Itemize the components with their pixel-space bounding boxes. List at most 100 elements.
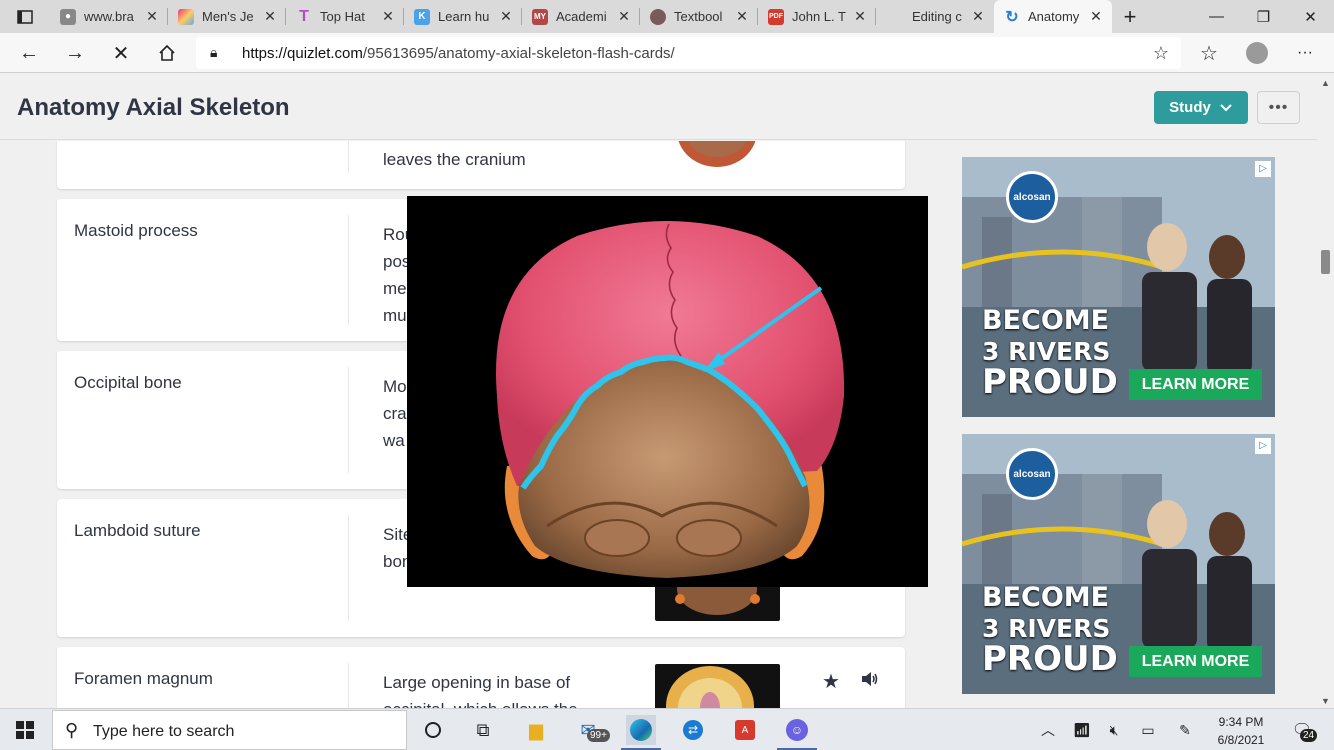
- term-image[interactable]: [655, 585, 780, 621]
- stop-loading-icon[interactable]: ✕: [106, 38, 136, 68]
- learn-more-button[interactable]: LEARN MORE: [1129, 646, 1262, 677]
- close-icon[interactable]: ✕: [380, 8, 396, 24]
- tab-anatomy[interactable]: ↻ Anatomy ✕: [994, 0, 1112, 33]
- close-icon[interactable]: ✕: [970, 8, 986, 24]
- ad-brand: alcosan: [1013, 191, 1051, 203]
- row-divider: [348, 215, 349, 325]
- alcosan-logo: alcosan: [1006, 171, 1058, 223]
- scrollbar-thumb[interactable]: [1321, 250, 1330, 274]
- file-explorer-icon[interactable]: ▆: [521, 715, 551, 745]
- mail-icon[interactable]: ✉ 99+: [573, 715, 610, 745]
- learn-more-button[interactable]: LEARN MORE: [1129, 369, 1262, 400]
- home-icon[interactable]: [152, 38, 182, 68]
- address-bar[interactable]: 🔒︎ https://quizlet.com/95613695/anatomy-…: [196, 37, 1181, 69]
- study-button[interactable]: Study: [1154, 91, 1248, 124]
- volume-muted-icon[interactable]: 🔇︎: [1099, 715, 1129, 745]
- term-definition: Large opening in base of occipital, whic…: [383, 673, 578, 708]
- url-path: /95613695/anatomy-axial-skeleton-flash-c…: [362, 45, 675, 62]
- favorites-icon[interactable]: ☆: [1194, 38, 1224, 68]
- row-divider: [348, 141, 349, 173]
- taskbar-search-input[interactable]: ⚲ Type here to search: [52, 710, 407, 750]
- term-text: Foramen magnum: [74, 669, 213, 688]
- restore-icon[interactable]: ❐: [1240, 0, 1287, 33]
- tab-mens-jeans[interactable]: Men's Je ✕: [168, 0, 286, 33]
- k-icon: K: [414, 8, 430, 25]
- more-options-button[interactable]: •••: [1257, 91, 1300, 124]
- system-clock[interactable]: 9:34 PM 6/8/2021: [1210, 713, 1272, 749]
- star-icon[interactable]: ★: [822, 669, 840, 694]
- pen-icon[interactable]: ✎: [1170, 715, 1200, 745]
- windows-start-icon[interactable]: [10, 715, 40, 745]
- window-controls: — ❐ ✕: [1193, 0, 1334, 33]
- page-scrollbar[interactable]: ▲ ▼: [1317, 74, 1334, 708]
- alcosan-logo: alcosan: [1006, 448, 1058, 500]
- tab-academic[interactable]: MY Academi ✕: [522, 0, 640, 33]
- acrobat-icon[interactable]: A: [730, 715, 760, 745]
- battery-icon[interactable]: ▭: [1133, 715, 1163, 745]
- tophat-icon: T: [299, 7, 309, 25]
- page-title: Anatomy Axial Skeleton: [17, 94, 290, 121]
- wifi-icon[interactable]: 📶︎: [1067, 715, 1097, 745]
- study-label: Study: [1169, 99, 1211, 116]
- clock-date: 6/8/2021: [1217, 733, 1265, 747]
- chevron-down-icon: [1220, 103, 1232, 111]
- term-row: Foramen magnum Large opening in base of …: [57, 647, 905, 708]
- scroll-up-icon[interactable]: ▲: [1321, 78, 1330, 88]
- close-icon[interactable]: ✕: [144, 8, 160, 24]
- cortana-icon[interactable]: [418, 715, 448, 745]
- forward-icon[interactable]: →: [60, 38, 90, 68]
- ad-headline: PROUD: [982, 639, 1118, 679]
- close-window-icon[interactable]: ✕: [1287, 0, 1334, 33]
- scroll-down-icon[interactable]: ▼: [1321, 696, 1330, 706]
- notification-center-icon[interactable]: 🗨︎ 24: [1287, 715, 1318, 745]
- term-definition: leaves the cranium: [383, 150, 526, 169]
- ad-info-icon[interactable]: ▷: [1255, 161, 1271, 177]
- tab-textbook[interactable]: Textbool ✕: [640, 0, 758, 33]
- new-tab-button[interactable]: +: [1112, 0, 1148, 33]
- ad-brand: alcosan: [1013, 468, 1051, 480]
- term-image[interactable]: [655, 664, 780, 708]
- ad-headline: BECOME: [982, 582, 1110, 613]
- profile-avatar[interactable]: [1242, 38, 1272, 68]
- row-divider: [348, 515, 349, 621]
- ad-info-icon[interactable]: ▷: [1255, 438, 1271, 454]
- enlarged-image-overlay[interactable]: [407, 196, 928, 587]
- close-icon[interactable]: ✕: [262, 8, 278, 24]
- tab-pdf[interactable]: PDF John L. T ✕: [758, 0, 876, 33]
- ad-headline: BECOME: [982, 305, 1110, 336]
- advertisement[interactable]: ▷ alcosan BECOME 3 RIVERS PROUD LEARN MO…: [962, 157, 1275, 417]
- notification-badge: 24: [1300, 729, 1318, 742]
- row-divider: [348, 367, 349, 473]
- close-icon[interactable]: ✕: [734, 8, 750, 24]
- url-text: https://quizlet.com/95613695/anatomy-axi…: [242, 45, 675, 62]
- advertisement[interactable]: ▷ alcosan BECOME 3 RIVERS PROUD LEARN MO…: [962, 434, 1275, 694]
- tab-editing[interactable]: Editing c ✕: [876, 0, 994, 33]
- task-view-icon[interactable]: ⧉: [468, 715, 498, 745]
- add-favorite-icon[interactable]: ☆: [1153, 43, 1169, 64]
- close-icon[interactable]: ✕: [852, 8, 868, 24]
- minimize-icon[interactable]: —: [1193, 0, 1240, 33]
- url-domain: https://quizlet.com: [242, 45, 363, 62]
- edge-browser-icon[interactable]: [626, 715, 656, 745]
- term-image[interactable]: [655, 141, 780, 169]
- audio-icon[interactable]: [859, 669, 879, 695]
- tab-learn[interactable]: K Learn hu ✕: [404, 0, 522, 33]
- pdf-icon: PDF: [768, 8, 784, 25]
- skull-posterior-image: [496, 221, 845, 578]
- clock-time: 9:34 PM: [1218, 715, 1264, 729]
- browser-tab-strip: ● www.bra ✕ Men's Je ✕ T Top Hat ✕ K Lea…: [0, 0, 1334, 33]
- close-icon[interactable]: ✕: [616, 8, 632, 24]
- close-icon[interactable]: ✕: [1088, 8, 1104, 24]
- discord-icon[interactable]: ☺: [782, 715, 812, 745]
- tab-actions-icon[interactable]: [0, 0, 50, 33]
- close-icon[interactable]: ✕: [498, 8, 514, 24]
- shop-icon: [178, 8, 194, 25]
- back-icon[interactable]: ←: [14, 38, 44, 68]
- show-hidden-icons[interactable]: ︿: [1033, 715, 1063, 745]
- tab-reddit[interactable]: ● www.bra ✕: [50, 0, 168, 33]
- teamviewer-icon[interactable]: ⇄: [678, 715, 708, 745]
- browser-menu-icon[interactable]: ···: [1290, 38, 1320, 68]
- my-icon: MY: [532, 8, 548, 25]
- tab-top-hat[interactable]: T Top Hat ✕: [286, 0, 404, 33]
- lock-icon: 🔒︎: [210, 44, 218, 60]
